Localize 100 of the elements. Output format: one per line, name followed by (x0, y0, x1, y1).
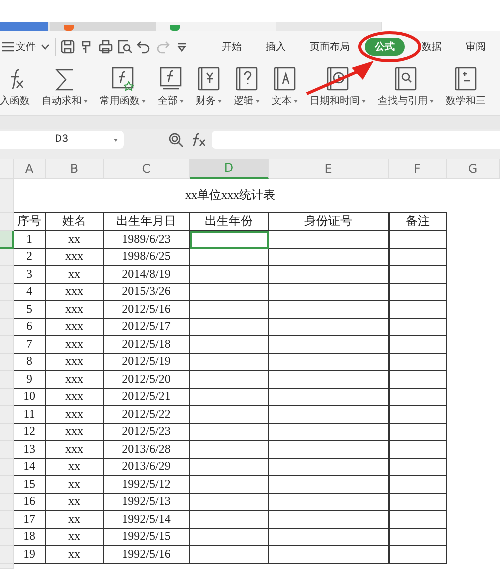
table-cell (389, 231, 447, 248)
table-cell (389, 494, 447, 511)
ribbon-tab[interactable]: 插入 (261, 38, 291, 56)
zoom-icon[interactable] (168, 132, 184, 148)
app-icon (64, 25, 74, 31)
table-cell: xx (46, 231, 104, 248)
table-cell: 19 (14, 546, 46, 564)
table-cell (389, 406, 447, 424)
table-cell: 1989/6/23 (104, 231, 190, 248)
table-cell: xxx (46, 248, 104, 266)
table-cell: 9 (14, 371, 46, 388)
ribbon-button[interactable]: 查找与引用 (378, 94, 434, 108)
search-field[interactable] (381, 22, 500, 31)
redo-icon[interactable] (156, 40, 170, 54)
table-cell: 12 (14, 424, 46, 441)
menu-icon[interactable] (2, 42, 14, 52)
print-icon[interactable] (99, 40, 113, 54)
table-cell: 1 (14, 231, 46, 248)
table-cell: 2012/5/20 (104, 371, 190, 388)
table-cell (389, 441, 447, 458)
table-cell: 1998/6/25 (104, 248, 190, 266)
column-header[interactable]: A (14, 159, 46, 179)
function-icon (159, 67, 183, 91)
name-box[interactable]: D3 (0, 131, 124, 149)
table-cell (389, 354, 447, 371)
ribbon-tab[interactable]: 开始 (217, 38, 247, 56)
ribbon-tab[interactable]: 页面布局 (305, 38, 355, 56)
table-cell (389, 476, 447, 494)
ribbon-button[interactable]: 逻辑 (234, 94, 260, 108)
function-icon[interactable] (190, 133, 206, 147)
table-cell (389, 318, 447, 336)
table-cell: 6 (14, 318, 46, 336)
table-cell: 16 (14, 494, 46, 511)
column-heading: 备注 (389, 213, 447, 231)
column-header[interactable]: E (269, 159, 389, 179)
ribbon-tab[interactable]: 数据 (417, 38, 447, 56)
table-cell: 11 (14, 406, 46, 424)
table-cell (389, 301, 447, 318)
table-cell: 2012/5/21 (104, 388, 190, 406)
ribbon-button[interactable]: 入函数 (0, 94, 30, 108)
select-all-corner[interactable] (0, 159, 14, 179)
math-book-icon (454, 67, 478, 91)
table-cell: 2012/5/22 (104, 406, 190, 424)
ribbon-tab[interactable]: 审阅 (461, 38, 491, 56)
search-book-icon (394, 67, 418, 91)
table-cell: 1992/5/16 (104, 546, 190, 564)
table-cell: 2 (14, 248, 46, 266)
table-cell: xx (46, 546, 104, 564)
print-preview-icon[interactable] (118, 40, 132, 54)
table-cell: 17 (14, 511, 46, 528)
ribbon-button[interactable]: 常用函数 (100, 94, 146, 108)
document-tab[interactable] (50, 22, 156, 31)
table-cell: 2012/5/17 (104, 318, 190, 336)
ribbon-button[interactable]: 日期和时间 (310, 94, 366, 108)
caret-icon (114, 139, 118, 142)
ribbon-button[interactable]: 财务 (196, 94, 222, 108)
table-cell: 2012/5/23 (104, 424, 190, 441)
column-header[interactable]: F (389, 159, 447, 179)
table-cell: 1992/5/13 (104, 494, 190, 511)
save-icon[interactable] (61, 40, 75, 54)
ribbon-button[interactable]: 数学和三 (446, 94, 486, 108)
table-cell: xx (46, 476, 104, 494)
table-cell: xx (46, 511, 104, 528)
table-cell (389, 388, 447, 406)
table-cell (389, 284, 447, 301)
sheet-icon (170, 25, 180, 31)
table-cell (389, 248, 447, 266)
table-cell: 2015/3/26 (104, 284, 190, 301)
ribbon-tab[interactable]: 公式 (365, 38, 405, 56)
column-header[interactable]: B (46, 159, 104, 179)
table-cell: 10 (14, 388, 46, 406)
table-cell: xxx (46, 424, 104, 441)
column-header[interactable]: C (104, 159, 190, 179)
table-cell: 14 (14, 458, 46, 476)
column-header[interactable]: G (447, 159, 500, 179)
table-cell: 4 (14, 284, 46, 301)
column-heading: 出生年月日 (104, 213, 190, 231)
table-cell (389, 424, 447, 441)
table-cell: xxx (46, 441, 104, 458)
table-cell: 2013/6/28 (104, 441, 190, 458)
chevron-icon[interactable] (41, 44, 50, 50)
undo-icon[interactable] (137, 40, 151, 54)
text-book-icon (273, 67, 297, 91)
ribbon-button[interactable]: 自动求和 (42, 94, 88, 108)
table-cell: 1992/5/14 (104, 511, 190, 528)
table-cell: 15 (14, 476, 46, 494)
row-header[interactable] (0, 231, 14, 248)
ribbon-button[interactable]: 文本 (272, 94, 298, 108)
active-cell[interactable] (190, 231, 269, 248)
table-cell (389, 528, 447, 546)
table-cell: 2013/6/29 (104, 458, 190, 476)
table-cell: 18 (14, 528, 46, 546)
document-tab[interactable] (156, 22, 276, 31)
table-cell (389, 511, 447, 528)
file-menu[interactable]: 文件 (16, 40, 36, 54)
table-cell: 8 (14, 354, 46, 371)
column-heading: 姓名 (46, 213, 104, 231)
table-cell: xxx (46, 354, 104, 371)
table-cell (389, 336, 447, 354)
ribbon-button[interactable]: 全部 (158, 94, 184, 108)
